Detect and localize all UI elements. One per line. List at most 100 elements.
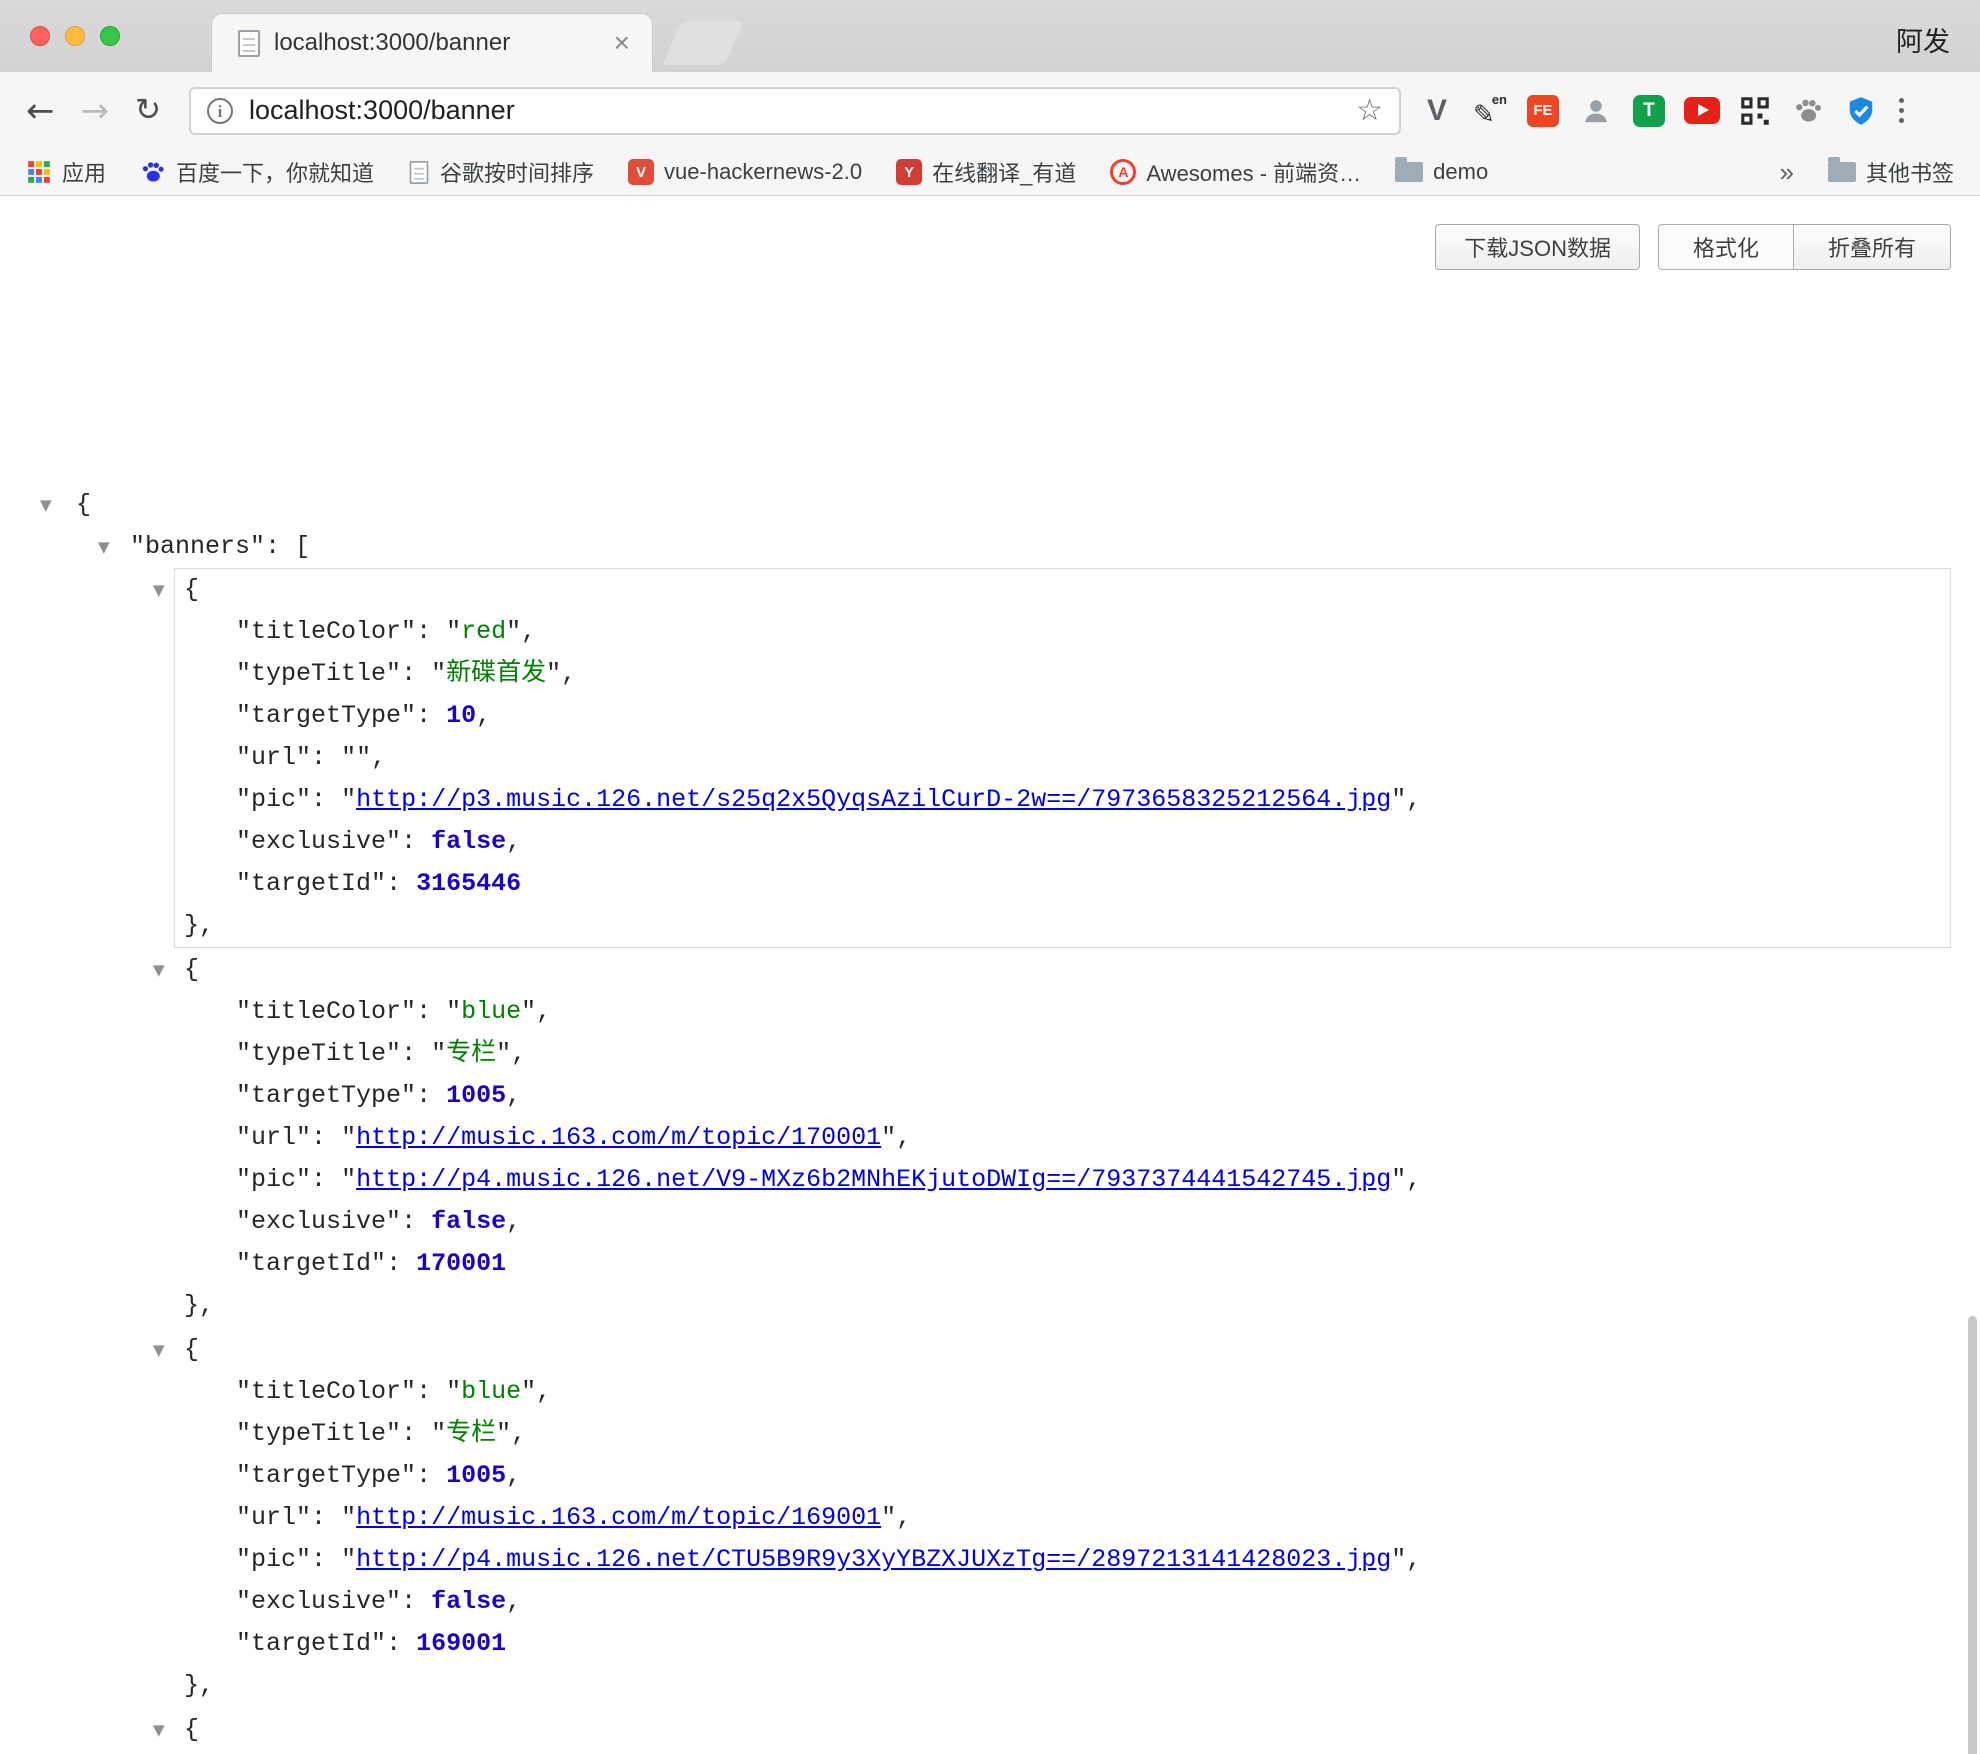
- json-punctuation: {: [76, 490, 91, 519]
- bookmark-label: vue-hackernews-2.0: [664, 159, 862, 185]
- bookmark-vue-hackernews[interactable]: V vue-hackernews-2.0: [628, 159, 862, 185]
- bookmark-awesomes[interactable]: A Awesomes - 前端资…: [1110, 156, 1361, 188]
- address-bar[interactable]: i localhost:3000/banner ☆: [189, 87, 1401, 135]
- url-link[interactable]: http://music.163.com/m/topic/170001: [356, 1123, 881, 1152]
- json-string-value: blue: [446, 997, 536, 1026]
- json-key: targetId: [236, 1249, 386, 1278]
- json-property: pic: http://p4.music.126.net/CTU5B9R9y3X…: [175, 1539, 1950, 1581]
- json-key: url: [236, 743, 311, 772]
- window-zoom-button[interactable]: [100, 26, 120, 46]
- json-property: titleColor: blue,: [175, 1371, 1950, 1413]
- format-button[interactable]: 格式化: [1658, 224, 1793, 270]
- collapse-triangle-icon[interactable]: ▼: [153, 1329, 165, 1371]
- json-property: targetType: 10,: [175, 695, 1950, 737]
- browser-menu-icon[interactable]: [1899, 98, 1904, 123]
- json-object: ▼{ titleColor: blue, typeTitle: 专栏, targ…: [174, 948, 1951, 1328]
- browser-tab[interactable]: localhost:3000/banner ×: [212, 14, 652, 72]
- vue-icon: V: [628, 159, 654, 185]
- navigation-bar: ← → ↻ i localhost:3000/banner ☆ V ✎ en F…: [0, 72, 1980, 149]
- bookmark-demo-folder[interactable]: demo: [1395, 159, 1488, 185]
- json-string-value: 专栏: [431, 1419, 511, 1448]
- baidu-paw-icon: [140, 159, 166, 185]
- forward-button: →: [81, 94, 110, 128]
- json-key: exclusive: [236, 1587, 401, 1616]
- json-key: pic: [236, 1545, 311, 1574]
- collapse-triangle-icon[interactable]: ▼: [98, 526, 110, 568]
- page-favicon-icon: [238, 30, 260, 57]
- collapse-triangle-icon[interactable]: ▼: [153, 569, 165, 611]
- bookmarks-overflow-chevron[interactable]: »: [1780, 157, 1794, 188]
- json-key: titleColor: [236, 997, 416, 1026]
- collapse-triangle-icon[interactable]: ▼: [40, 484, 52, 526]
- json-key: targetType: [236, 701, 416, 730]
- qr-code-extension-icon[interactable]: [1737, 93, 1773, 129]
- paw-extension-icon[interactable]: [1790, 93, 1826, 129]
- collapse-triangle-icon[interactable]: ▼: [153, 1709, 165, 1751]
- page-info-icon[interactable]: i: [207, 98, 233, 124]
- json-key: targetId: [236, 869, 386, 898]
- json-key: titleColor: [236, 617, 416, 646]
- url-link[interactable]: http://music.163.com/m/topic/169001: [356, 1503, 881, 1532]
- collapse-all-button[interactable]: 折叠所有: [1793, 224, 1951, 270]
- json-number-value: 3165446: [416, 869, 521, 898]
- json-property: targetId: 3165446: [175, 863, 1950, 905]
- profile-name[interactable]: 阿发: [1896, 20, 1950, 59]
- reload-button[interactable]: ↻: [135, 95, 161, 126]
- json-punctuation: },: [184, 911, 214, 940]
- bookmark-google-sort[interactable]: 谷歌按时间排序: [408, 156, 594, 188]
- json-boolean-value: false: [431, 1587, 506, 1616]
- json-string-value: 专栏: [431, 1039, 511, 1068]
- bookmark-label: 百度一下，你就知道: [176, 156, 374, 188]
- collapse-triangle-icon[interactable]: ▼: [153, 949, 165, 991]
- youtube-play-icon: [1684, 97, 1720, 124]
- shield-check-extension-icon[interactable]: [1843, 93, 1879, 129]
- bookmark-apps[interactable]: 应用: [26, 156, 106, 188]
- json-punctuation: {: [184, 1715, 199, 1744]
- json-punctuation: : [: [265, 532, 310, 561]
- json-root-line: ▼{: [0, 484, 1980, 526]
- json-number-value: 170001: [416, 1249, 506, 1278]
- other-bookmarks[interactable]: 其他书签: [1828, 156, 1954, 188]
- json-punctuation: {: [184, 1335, 199, 1364]
- shield-t-extension-icon[interactable]: T: [1631, 93, 1667, 129]
- url-text[interactable]: localhost:3000/banner: [249, 95, 1356, 126]
- json-banners-line: ▼ banners: [: [0, 526, 1980, 568]
- other-bookmarks-label: 其他书签: [1866, 156, 1954, 188]
- new-tab-button[interactable]: [662, 21, 744, 65]
- tab-close-icon[interactable]: ×: [610, 29, 634, 57]
- awesomes-icon: A: [1110, 159, 1136, 185]
- json-punctuation: },: [184, 1671, 214, 1700]
- json-number-value: 1005: [446, 1081, 506, 1110]
- json-key: banners: [130, 532, 265, 561]
- translate-pen-extension-icon[interactable]: ✎ en: [1472, 93, 1508, 129]
- json-string-value: 新碟首发: [431, 659, 561, 688]
- pic-link[interactable]: http://p3.music.126.net/s25q2x5QyqsAzilC…: [356, 785, 1391, 814]
- back-button[interactable]: ←: [26, 94, 55, 128]
- tab-title: localhost:3000/banner: [274, 29, 610, 57]
- json-property: exclusive: false,: [175, 1581, 1950, 1623]
- json-number-value: 10: [446, 701, 476, 730]
- bookmark-star-icon[interactable]: ☆: [1356, 93, 1383, 128]
- window-close-button[interactable]: [30, 26, 50, 46]
- download-json-button[interactable]: 下载JSON数据: [1435, 224, 1640, 270]
- json-key: targetId: [236, 1629, 386, 1658]
- pic-link[interactable]: http://p4.music.126.net/CTU5B9R9y3XyYBZX…: [356, 1545, 1391, 1574]
- scrollbar-thumb[interactable]: [1968, 1316, 1977, 1754]
- fe-extension-icon[interactable]: FE: [1525, 93, 1561, 129]
- bookmark-youdao-translate[interactable]: Y 在线翻译_有道: [896, 156, 1076, 188]
- traffic-lights: [30, 26, 120, 46]
- pic-link[interactable]: http://p4.music.126.net/V9-MXz6b2MNhEKju…: [356, 1165, 1391, 1194]
- format-button-group: 格式化 折叠所有: [1658, 224, 1951, 270]
- bookmarks-bar: 应用 百度一下，你就知道 谷歌按时间排序 V vue-hackernews-2.…: [0, 149, 1980, 196]
- shield-check-icon: [1846, 96, 1876, 126]
- json-property: typeTitle: 专栏,: [175, 1033, 1950, 1075]
- json-page-toolbar: 下载JSON数据 格式化 折叠所有: [1435, 224, 1951, 270]
- json-number-value: 1005: [446, 1461, 506, 1490]
- window-minimize-button[interactable]: [65, 26, 85, 46]
- bookmark-baidu[interactable]: 百度一下，你就知道: [140, 156, 374, 188]
- json-property: targetId: 169001: [175, 1623, 1950, 1665]
- youtube-extension-icon[interactable]: [1684, 93, 1720, 129]
- vimium-extension-icon[interactable]: V: [1419, 93, 1455, 129]
- json-property: pic: http://p3.music.126.net/s25q2x5Qyqs…: [175, 779, 1950, 821]
- person-extension-icon[interactable]: [1578, 93, 1614, 129]
